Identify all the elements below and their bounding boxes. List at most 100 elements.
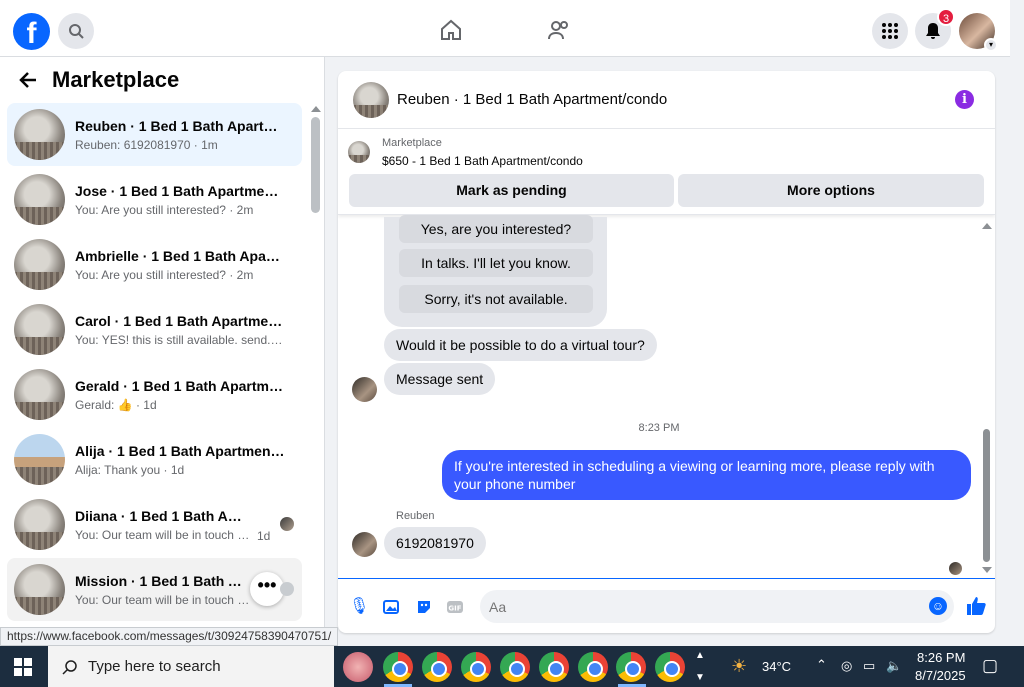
conversation-preview: Reuben: 6192081970 · 1m	[75, 137, 218, 152]
listing-thumbnail	[14, 499, 65, 550]
microphone-icon[interactable]: 🎙	[349, 598, 369, 616]
notification-center-icon[interactable]: ▢	[982, 656, 998, 676]
conversation-item[interactable]: Mission · 1 Bed 1 Bath Apartr You: Our te…	[7, 558, 302, 621]
conversation-preview: You: YES! this is still available. send.…	[75, 332, 285, 347]
weather-icon[interactable]: ☀	[731, 656, 747, 677]
chrome-icon[interactable]	[655, 652, 685, 682]
listing-thumbnail	[14, 174, 65, 225]
home-icon[interactable]	[439, 18, 463, 42]
chrome-icon[interactable]	[500, 652, 530, 682]
listing-kind: Marketplace	[382, 137, 442, 149]
taskbar-overflow-up-icon[interactable]: ▲	[695, 650, 705, 661]
conversation-item[interactable]: Diiana · 1 Bed 1 Bath Apartme... You: Our…	[7, 493, 302, 556]
scroll-up-arrow-icon[interactable]	[982, 223, 992, 229]
chevron-down-icon: ▾	[984, 38, 998, 52]
incoming-message: Message sent	[384, 363, 496, 395]
quick-reply-button[interactable]: In talks. I'll let you know.	[399, 249, 593, 277]
conversation-name: Reuben · 1 Bed 1 Bath Apartmen...	[75, 117, 285, 134]
chrome-icon[interactable]	[578, 652, 608, 682]
seen-avatar	[280, 517, 294, 531]
listing-thumbnail	[14, 239, 65, 290]
listing-thumbnail	[353, 81, 389, 118]
chrome-icon[interactable]	[539, 652, 569, 682]
page-scrollbar[interactable]	[1010, 0, 1024, 646]
incoming-message: 6192081970	[384, 527, 486, 559]
conversation-item[interactable]: Jose · 1 Bed 1 Bath Apartment/c... You: A…	[7, 168, 302, 231]
pinned-app-icon[interactable]	[343, 652, 373, 682]
conversation-item[interactable]: Gerald · 1 Bed 1 Bath Apartment... Gerald…	[7, 363, 302, 426]
conversation-preview: You: Our team will be in touch s...	[75, 592, 250, 607]
chat-panel: Reuben · 1 Bed 1 Bath Apartment/condo i …	[338, 71, 995, 633]
scroll-down-arrow-icon[interactable]	[982, 567, 992, 573]
sender-avatar[interactable]	[352, 377, 377, 402]
search-button[interactable]	[58, 13, 94, 49]
message-scrollbar[interactable]	[983, 429, 990, 562]
windows-taskbar: Type here to search ▲ ▼ ☀ 34°C ⌃ ◎ ▭ 🔈 8…	[0, 646, 1024, 687]
top-navigation-bar: f 3 ▾	[0, 0, 1010, 57]
chrome-icon[interactable]	[422, 652, 452, 682]
marketplace-sidebar: Marketplace Reuben · 1 Bed 1 Bath Apartm…	[0, 57, 325, 645]
windows-start-icon[interactable]	[14, 658, 32, 676]
sidebar-title: Marketplace	[52, 67, 180, 92]
conversation-item[interactable]: Carol · 1 Bed 1 Bath Apartment/... You: Y…	[7, 298, 302, 361]
conversation-item[interactable]: Alija · 1 Bed 1 Bath Apartment/c... Alija…	[7, 428, 302, 491]
chrome-icon[interactable]	[383, 652, 413, 682]
clock-date[interactable]: 8/7/2025	[915, 668, 966, 683]
info-icon[interactable]: i	[955, 90, 974, 109]
like-thumb-icon[interactable]	[965, 595, 987, 617]
sticker-icon[interactable]	[415, 598, 433, 616]
chrome-icon[interactable]	[616, 652, 646, 682]
link-status-bar: https://www.facebook.com/messages/t/3092…	[0, 627, 339, 646]
sender-name: Reuben	[396, 510, 435, 522]
notification-badge: 3	[937, 8, 955, 26]
conversation-time: 1d	[257, 529, 271, 543]
network-icon[interactable]: ▭	[863, 658, 875, 674]
outgoing-message: If you're interested in scheduling a vie…	[442, 450, 971, 500]
message-composer: 🎙 GIF ☺	[338, 578, 995, 633]
conversation-name: Ambrielle · 1 Bed 1 Bath Apartm...	[75, 247, 285, 264]
scroll-up-arrow-icon[interactable]	[311, 106, 321, 112]
chevron-up-icon[interactable]: ⌃	[816, 657, 827, 673]
facebook-logo[interactable]: f	[13, 13, 50, 50]
more-options-button[interactable]: •••	[250, 572, 284, 606]
conversation-preview: Gerald: 👍 · 1d	[75, 397, 157, 412]
clock-time[interactable]: 8:26 PM	[917, 650, 965, 665]
conversation-item[interactable]: Ambrielle · 1 Bed 1 Bath Apartm... You: A…	[7, 233, 302, 296]
quick-reply-button[interactable]: Yes, are you interested?	[399, 215, 593, 243]
chat-title[interactable]: Reuben · 1 Bed 1 Bath Apartment/condo	[397, 91, 667, 108]
taskbar-search-placeholder: Type here to search	[88, 658, 221, 675]
seen-avatar	[280, 582, 294, 596]
listing-thumbnail	[14, 434, 65, 485]
more-options-button[interactable]: More options	[678, 174, 984, 207]
listing-thumbnail[interactable]	[348, 141, 370, 163]
taskbar-search[interactable]: Type here to search	[48, 646, 334, 687]
volume-icon[interactable]: 🔈	[886, 658, 902, 674]
menu-button[interactable]	[872, 13, 908, 49]
friends-icon[interactable]	[547, 18, 571, 42]
mark-as-pending-button[interactable]: Mark as pending	[349, 174, 674, 207]
photo-icon[interactable]	[382, 598, 400, 616]
conversation-preview: You: Are you still interested? · 2m	[75, 202, 254, 217]
sender-avatar[interactable]	[352, 532, 377, 557]
emoji-icon[interactable]: ☺	[929, 597, 947, 615]
conversation-name: Diiana · 1 Bed 1 Bath Apartme...	[75, 507, 250, 524]
listing-price[interactable]: $650 - 1 Bed 1 Bath Apartment/condo	[382, 154, 583, 168]
incoming-message: Would it be possible to do a virtual tou…	[384, 329, 657, 361]
gif-icon[interactable]: GIF	[446, 598, 464, 616]
taskbar-overflow-down-icon[interactable]: ▼	[695, 672, 705, 683]
message-input[interactable]	[480, 590, 954, 623]
conversation-item[interactable]: Reuben · 1 Bed 1 Bath Apartmen... Reuben:…	[7, 103, 302, 166]
profile-avatar[interactable]: ▾	[959, 13, 998, 52]
svg-text:GIF: GIF	[448, 605, 461, 613]
chrome-icon[interactable]	[461, 652, 491, 682]
conversation-name: Gerald · 1 Bed 1 Bath Apartment...	[75, 377, 285, 394]
listing-thumbnail	[14, 564, 65, 615]
message-thread: Yes, are you interested? In talks. I'll …	[338, 215, 995, 579]
meet-now-icon[interactable]: ◎	[841, 658, 852, 674]
search-icon	[69, 24, 84, 39]
weather-temperature[interactable]: 34°C	[762, 659, 791, 674]
conversation-name: Carol · 1 Bed 1 Bath Apartment/...	[75, 312, 285, 329]
quick-reply-button[interactable]: Sorry, it's not available.	[399, 285, 593, 313]
sidebar-scrollbar[interactable]	[311, 117, 320, 213]
back-arrow-icon[interactable]	[18, 70, 38, 90]
